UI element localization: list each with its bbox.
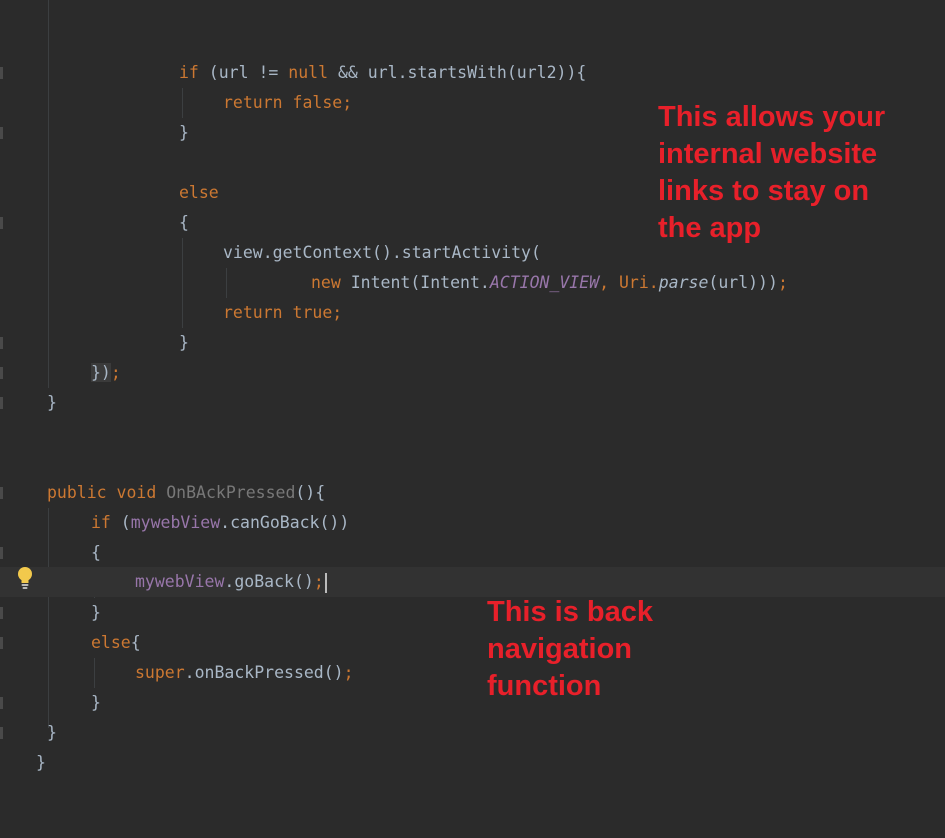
- code-line[interactable]: if (mywebView.canGoBack()): [0, 508, 945, 538]
- code-token: (: [110, 513, 131, 532]
- annotation-note-back-navigation: This is back navigation function: [487, 596, 654, 702]
- code-token: }: [179, 333, 189, 352]
- annotation-note-links: This allows your internal website links …: [658, 101, 886, 244]
- code-token: super: [135, 663, 185, 682]
- code-token: ;: [110, 363, 121, 382]
- code-token: Intent(Intent.: [340, 273, 490, 292]
- code-token: ACTION_VIEW: [489, 273, 600, 292]
- code-token: .onBackPressed(): [184, 663, 344, 682]
- code-token: {: [179, 213, 189, 232]
- code-token: return: [223, 303, 283, 322]
- code-token: OnBAckPressed: [166, 483, 296, 502]
- code-token: !=: [258, 63, 279, 82]
- code-token: (){: [295, 483, 326, 502]
- code-line[interactable]: return true;: [0, 298, 945, 328]
- code-token: view.getContext().startActivity(: [223, 243, 541, 262]
- code-token: }: [179, 123, 189, 142]
- code-token: null: [288, 63, 329, 82]
- code-token: parse: [658, 273, 709, 292]
- code-line-current[interactable]: mywebView.goBack();: [0, 567, 945, 597]
- code-line[interactable]: }: [0, 748, 945, 778]
- code-line[interactable]: else{: [0, 628, 945, 658]
- code-token: }: [47, 393, 57, 412]
- code-token: && url.startsWith(url2)){: [328, 63, 587, 82]
- code-token: {: [130, 633, 141, 652]
- code-token: .goBack(): [224, 572, 314, 591]
- code-line[interactable]: new Intent(Intent.ACTION_VIEW, Uri.parse…: [0, 268, 945, 298]
- code-token: .canGoBack()): [220, 513, 350, 532]
- code-token: (url))): [708, 273, 778, 292]
- code-line[interactable]: }: [0, 388, 945, 418]
- code-line[interactable]: super.onBackPressed();: [0, 658, 945, 688]
- code-token: mywebView: [135, 572, 225, 591]
- code-token: }): [91, 363, 111, 382]
- code-token: , Uri.: [599, 273, 659, 292]
- code-token: ;: [332, 303, 343, 322]
- code-token: mywebView: [130, 513, 221, 532]
- code-token: ;: [777, 273, 788, 292]
- code-line[interactable]: });: [0, 358, 945, 388]
- code-token: void: [116, 483, 157, 502]
- code-token: new: [311, 273, 341, 292]
- code-token: }: [36, 753, 46, 772]
- code-line[interactable]: public void OnBAckPressed(){: [0, 478, 945, 508]
- code-token: true: [292, 303, 333, 322]
- code-line[interactable]: }: [0, 328, 945, 358]
- text-caret: [324, 572, 327, 593]
- code-token: ;: [343, 663, 354, 682]
- code-token: if: [91, 513, 111, 532]
- code-token: if: [179, 63, 199, 82]
- code-token: (url: [198, 63, 259, 82]
- code-line[interactable]: }: [0, 598, 945, 628]
- code-token: else: [179, 183, 219, 202]
- code-token: }: [91, 693, 101, 712]
- code-token: {: [91, 543, 101, 562]
- code-line[interactable]: }: [0, 688, 945, 718]
- code-token: ;: [313, 572, 324, 591]
- code-token: }: [47, 723, 57, 742]
- code-token: else: [91, 633, 131, 652]
- code-token: public: [47, 483, 107, 502]
- code-line[interactable]: if (url != null && url.startsWith(url2))…: [0, 58, 945, 88]
- code-token: false: [292, 93, 343, 112]
- code-token: ;: [342, 93, 353, 112]
- lightbulb-icon[interactable]: [15, 566, 35, 590]
- code-line[interactable]: }: [0, 718, 945, 748]
- code-token: return: [223, 93, 283, 112]
- code-token: }: [91, 603, 101, 622]
- code-line[interactable]: {: [0, 538, 945, 568]
